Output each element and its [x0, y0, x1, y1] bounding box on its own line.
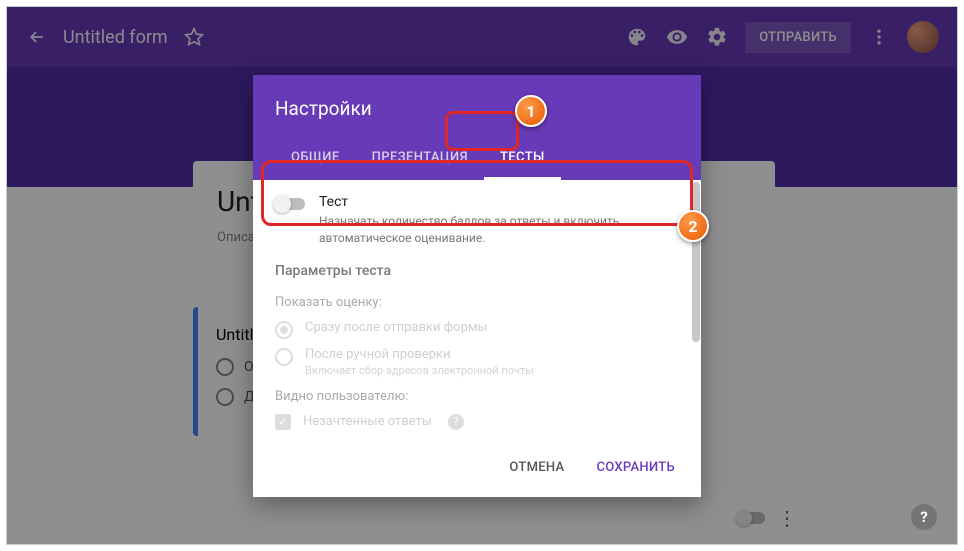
quiz-toggle-label: Тест: [319, 194, 679, 210]
help-fab[interactable]: ?: [911, 504, 937, 530]
tab-quizzes[interactable]: ТЕСТЫ: [484, 140, 561, 180]
dialog-header: Настройки ОБЩИЕ ПРЕЗЕНТАЦИЯ ТЕСТЫ: [253, 75, 701, 180]
grade-option-immediate: Сразу после отправки формы: [253, 316, 701, 343]
grade-option-manual: После ручной проверки Включает сбор адре…: [253, 343, 701, 381]
dialog-title: Настройки: [275, 97, 679, 120]
settings-dialog: Настройки ОБЩИЕ ПРЕЗЕНТАЦИЯ ТЕСТЫ Тест Н…: [253, 75, 701, 497]
radio-icon: [275, 321, 293, 339]
quiz-params-heading: Параметры теста: [253, 257, 701, 287]
dialog-scrollbar[interactable]: [689, 180, 701, 442]
save-button[interactable]: СОХРАНИТЬ: [584, 452, 687, 483]
dialog-tabs: ОБЩИЕ ПРЕЗЕНТАЦИЯ ТЕСТЫ: [275, 140, 679, 180]
dialog-actions: ОТМЕНА СОХРАНИТЬ: [253, 442, 701, 497]
checkbox-icon: ✓: [275, 414, 291, 430]
visible-option-missed: ✓ Незачтенные ответы ?: [253, 410, 701, 434]
help-icon: ?: [448, 414, 464, 430]
quiz-toggle-desc: Назначать количество баллов за ответы и …: [319, 213, 679, 247]
quiz-toggle-switch[interactable]: [275, 198, 305, 210]
dialog-body: Тест Назначать количество баллов за отве…: [253, 180, 701, 442]
tab-general[interactable]: ОБЩИЕ: [275, 140, 356, 180]
tab-presentation[interactable]: ПРЕЗЕНТАЦИЯ: [356, 140, 484, 180]
visible-to-user-heading: Видно пользователю:: [253, 381, 701, 410]
show-grade-heading: Показать оценку:: [253, 287, 701, 316]
cancel-button[interactable]: ОТМЕНА: [497, 452, 576, 483]
quiz-toggle-section: Тест Назначать количество баллов за отве…: [253, 180, 701, 257]
radio-icon: [275, 348, 293, 366]
